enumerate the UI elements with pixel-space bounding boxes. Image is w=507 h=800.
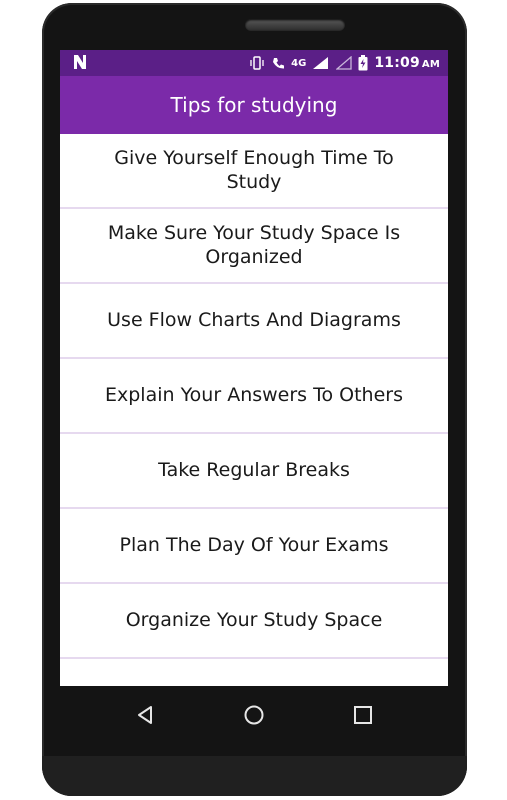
home-icon [243, 704, 265, 726]
tip-item-4[interactable]: Explain Your Answers To Others [60, 359, 448, 434]
signal-empty-icon [336, 56, 352, 70]
tip-item-6[interactable]: Plan The Day Of Your Exams [60, 509, 448, 584]
vibrate-icon [249, 56, 265, 70]
tip-item-8[interactable] [60, 659, 448, 686]
clock: 11:09 AM [374, 55, 440, 71]
tip-label: Take Regular Breaks [158, 458, 350, 481]
clock-time: 11:09 [374, 55, 420, 71]
tip-label: Plan The Day Of Your Exams [119, 533, 389, 556]
signal-icon [312, 56, 330, 70]
home-button[interactable] [234, 695, 274, 735]
network-type-label: 4G [291, 57, 307, 69]
battery-charging-icon [358, 55, 368, 71]
clock-ampm: AM [421, 59, 440, 70]
recents-icon [353, 705, 373, 725]
tip-label: Explain Your Answers To Others [105, 383, 403, 406]
screen: 4G 11:09 AM Tips for studying Give Yours… [60, 50, 448, 686]
system-nav-bar [60, 686, 448, 744]
tip-label: Make Sure Your Study Space Is Organized [107, 221, 401, 268]
recents-button[interactable] [343, 695, 383, 735]
tip-item-5[interactable]: Take Regular Breaks [60, 434, 448, 509]
notification-n-icon [72, 53, 88, 71]
status-bar: 4G 11:09 AM [60, 50, 448, 76]
tip-item-2[interactable]: Make Sure Your Study Space Is Organized [60, 209, 448, 284]
tips-list[interactable]: Give Yourself Enough Time To Study Make … [60, 134, 448, 686]
tip-label: Use Flow Charts And Diagrams [107, 308, 401, 331]
speaker-grille [245, 19, 345, 31]
tip-item-3[interactable]: Use Flow Charts And Diagrams [60, 284, 448, 359]
tip-item-7[interactable]: Organize Your Study Space [60, 584, 448, 659]
status-icons: 4G 11:09 AM [249, 50, 440, 76]
back-icon [136, 705, 154, 725]
back-button[interactable] [125, 695, 165, 735]
page-title: Tips for studying [170, 93, 338, 117]
app-bar: Tips for studying [60, 76, 448, 134]
phone-bottom-bezel [42, 756, 467, 796]
tip-item-1[interactable]: Give Yourself Enough Time To Study [60, 134, 448, 209]
tip-label: Give Yourself Enough Time To Study [114, 146, 394, 193]
tip-label: Organize Your Study Space [125, 608, 383, 631]
wifi-call-icon [271, 56, 285, 70]
